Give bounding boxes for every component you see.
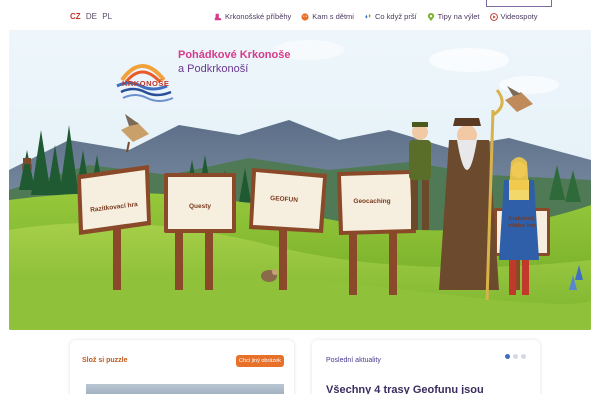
hero-banner [9,30,591,330]
nav-label: Videospoty [500,12,538,21]
boot-icon [214,13,222,20]
nav-item-kam-s-detmi[interactable]: Kam s dětmi [301,12,354,21]
nav-label: Co když prší [374,12,417,21]
site-title-line2: a Podkrkonoší [178,63,249,75]
carousel-dot-2[interactable] [513,354,518,359]
puzzle-card: Slož si puzzle Chci jiný obrázek [70,340,294,394]
carousel-dot-1[interactable] [505,354,510,359]
sign-label-krakonos[interactable]: Krakonoš, vládce hor [500,216,544,230]
site-title-line1: Pohádkové Krkonoše [178,49,291,61]
nav-item-co-kdyz-prsi[interactable]: Co když prší [364,12,417,21]
pin-icon [427,12,434,21]
change-image-button[interactable]: Chci jiný obrázek [236,355,284,367]
main-menu: Krkonošské příběhy Kam s dětmi Co když p… [214,12,537,21]
nav-label: Krkonošské příběhy [225,12,292,21]
nav-label: Tipy na výlet [437,12,480,21]
lang-cz[interactable]: CZ [70,12,81,21]
page: CZ DE PL Krkonošské příběhy Kam s dětmi … [0,0,591,394]
puzzle-image[interactable] [86,384,284,394]
nav-item-tipy-na-vylet[interactable]: Tipy na výlet [427,12,480,21]
news-card: Poslední aktuality Všechny 4 trasy Geofu… [312,340,540,394]
smiley-icon [301,12,309,21]
logo-wordmark: KRKONOŠE [122,79,170,88]
play-icon [489,12,498,21]
language-switcher: CZ DE PL [70,12,115,21]
site-title[interactable]: Pohádkové Krkonoše a Podkrkonoší [178,48,290,76]
nav-label: Kam s dětmi [312,12,354,21]
news-headline[interactable]: Všechny 4 trasy Geofunu jsou [326,384,484,394]
raindrops-icon [365,13,371,19]
corner-frame [486,0,552,7]
puzzle-card-title: Slož si puzzle [82,357,128,364]
top-navigation: CZ DE PL Krkonošské příběhy Kam s dětmi … [0,0,591,30]
sign-label-geocaching[interactable]: Geocaching [344,198,400,205]
lang-de[interactable]: DE [86,12,97,21]
news-card-title: Poslední aktuality [326,357,381,364]
hero-illustration [9,30,591,330]
nav-item-videospoty[interactable]: Videospoty [489,12,538,21]
carousel-dots [505,354,526,359]
carousel-dot-3[interactable] [521,354,526,359]
sign-label-questy[interactable]: Questy [172,203,228,210]
lang-pl[interactable]: PL [102,12,112,21]
nav-item-krkonosske-pribehy[interactable]: Krkonošské příběhy [214,12,291,21]
